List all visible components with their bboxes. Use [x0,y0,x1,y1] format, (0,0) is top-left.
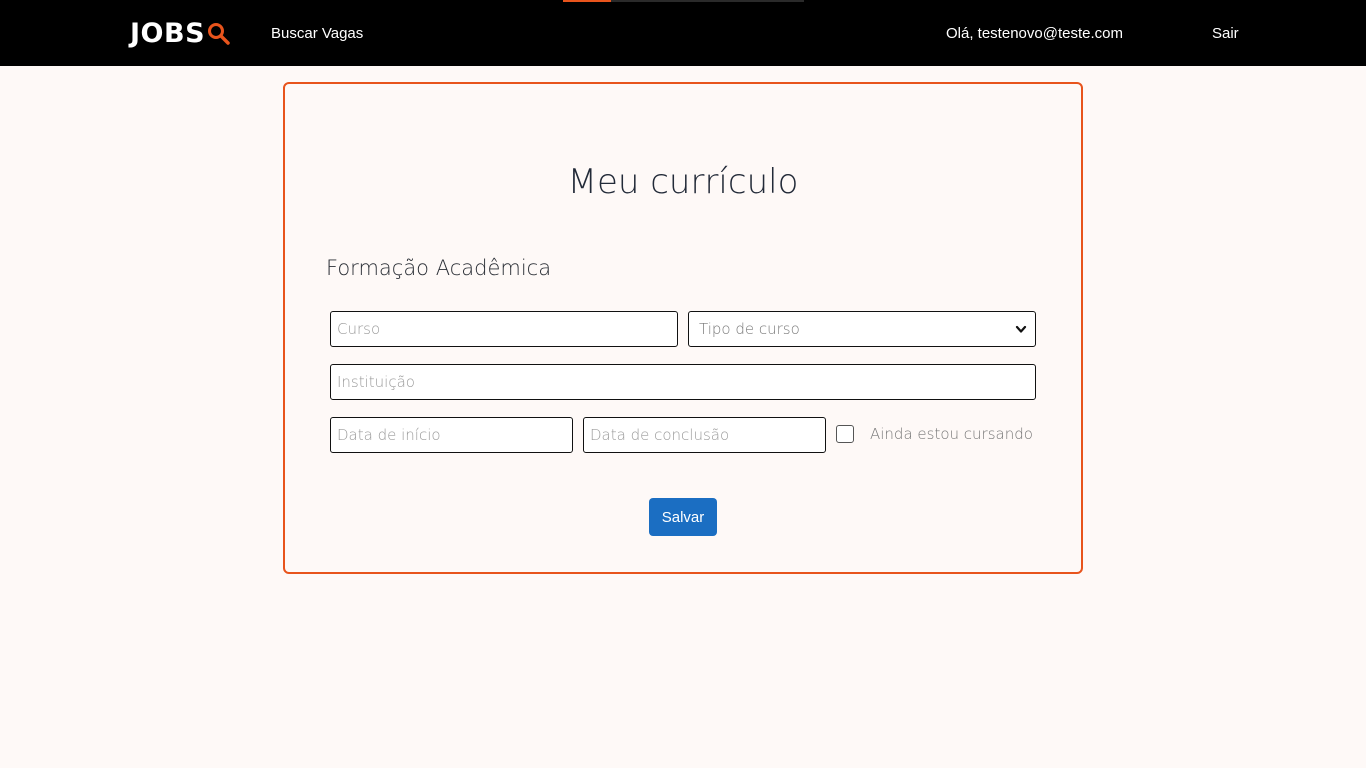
brand-logo-text: JOBS [130,17,206,49]
save-button[interactable]: Salvar [649,498,717,536]
end-date-input[interactable] [583,417,826,453]
course-input[interactable] [330,311,678,347]
top-navbar: JOBS Buscar Vagas Olá, testenovo@teste.c… [0,0,1366,66]
magnifier-icon [208,23,230,45]
user-greeting: Olá, testenovo@teste.com [946,25,1123,42]
logout-link[interactable]: Sair [1212,24,1239,44]
institution-input[interactable] [330,364,1036,400]
still-studying-option[interactable]: Ainda estou cursando [836,425,1033,443]
section-title-education: Formação Acadêmica [326,256,552,280]
resume-card: Meu currículo Formação Acadêmica Tipo de… [283,82,1083,574]
course-type-select[interactable]: Tipo de curso [688,311,1036,347]
start-date-input[interactable] [330,417,573,453]
course-type-selected-value: Tipo de curso [699,320,800,338]
still-studying-label: Ainda estou cursando [870,425,1033,443]
loading-progress-bar [563,0,804,2]
page-title: Meu currículo [567,162,799,202]
nav-search-jobs-link[interactable]: Buscar Vagas [271,24,363,44]
chevron-down-icon [1015,325,1027,333]
still-studying-checkbox[interactable] [836,425,854,443]
loading-progress-fill [563,0,612,2]
brand-logo[interactable]: JOBS [130,16,232,50]
